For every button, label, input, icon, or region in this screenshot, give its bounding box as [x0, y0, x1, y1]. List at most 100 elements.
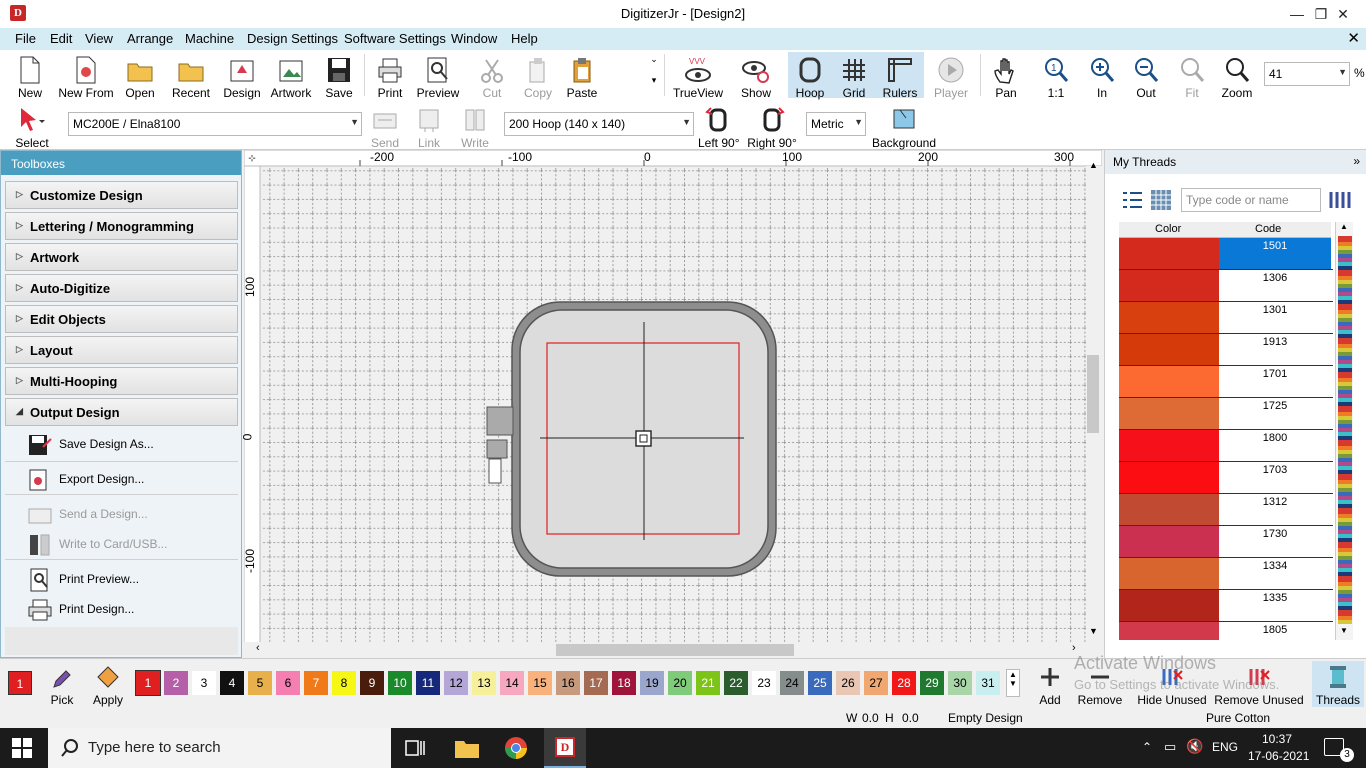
list-view-icon[interactable]: [1121, 188, 1143, 212]
toolbox-lettering[interactable]: ▷ Lettering / Monogramming: [5, 212, 238, 240]
scroll-up-icon[interactable]: ▲: [1340, 222, 1348, 231]
show-button[interactable]: Show: [734, 56, 778, 100]
link-button[interactable]: Link: [412, 106, 446, 150]
network-icon[interactable]: ▭: [1164, 739, 1176, 755]
task-view-icon[interactable]: [404, 738, 428, 758]
menu-view[interactable]: View: [85, 31, 113, 46]
grid-view-icon[interactable]: [1149, 188, 1173, 212]
scroll-down-icon[interactable]: ▼: [1340, 626, 1348, 635]
send-button[interactable]: Send: [368, 106, 402, 150]
thread-swatch-25[interactable]: 25: [808, 671, 832, 695]
thread-swatch-12[interactable]: 12: [444, 671, 468, 695]
thread-swatch-7[interactable]: 7: [304, 671, 328, 695]
document-close-icon[interactable]: ✕: [1347, 29, 1360, 47]
rotate-left-button[interactable]: Left 90°: [698, 106, 740, 150]
spin-down-icon[interactable]: ▼: [1009, 679, 1017, 688]
menu-software-settings[interactable]: Software Settings: [344, 31, 446, 46]
volume-muted-icon[interactable]: 🔇: [1186, 738, 1203, 755]
menu-file[interactable]: File: [15, 31, 36, 46]
thread-swatch-8[interactable]: 8: [332, 671, 356, 695]
file-explorer-icon[interactable]: [454, 737, 480, 759]
machine-combo[interactable]: MC200E / Elna8100 ▼: [68, 112, 362, 136]
add-thread-button[interactable]: Add: [1034, 663, 1066, 707]
current-color-swatch[interactable]: 1: [8, 671, 32, 695]
thread-row[interactable]: 1335: [1119, 590, 1333, 622]
thread-swatch-22[interactable]: 22: [724, 671, 748, 695]
thread-swatch-20[interactable]: 20: [668, 671, 692, 695]
thread-row[interactable]: 1301: [1119, 302, 1333, 334]
new-from-button[interactable]: New From: [56, 56, 116, 100]
double-chevron-right-icon[interactable]: »: [1353, 154, 1360, 168]
zoom-level-combo[interactable]: 41 ▼: [1264, 62, 1350, 86]
toolbar-overflow-icon[interactable]: ⌄ ▾: [648, 54, 660, 86]
zoom-in-button[interactable]: In: [1084, 56, 1120, 100]
thread-row[interactable]: 1306: [1119, 270, 1333, 302]
export-design-item[interactable]: Export Design...: [5, 465, 238, 495]
open-button[interactable]: Open: [122, 56, 158, 100]
apply-button[interactable]: Apply: [88, 663, 128, 707]
thread-swatch-17[interactable]: 17: [584, 671, 608, 695]
thread-swatch-13[interactable]: 13: [472, 671, 496, 695]
cut-button[interactable]: Cut: [472, 56, 512, 100]
send-design-item[interactable]: Send a Design...: [5, 500, 238, 530]
thread-row[interactable]: 1703: [1119, 462, 1333, 494]
digitizer-taskbar-button[interactable]: D: [544, 728, 586, 768]
thread-swatch-11[interactable]: 11: [416, 671, 440, 695]
toolbox-layout[interactable]: ▷ Layout: [5, 336, 238, 364]
language-indicator[interactable]: ENG: [1212, 740, 1238, 754]
thread-swatch-31[interactable]: 31: [976, 671, 1000, 695]
zoom-out-button[interactable]: Out: [1128, 56, 1164, 100]
pan-button[interactable]: Pan: [988, 56, 1024, 100]
thread-row[interactable]: 1805: [1119, 622, 1333, 640]
menu-design-settings[interactable]: Design Settings: [247, 31, 338, 46]
chrome-icon[interactable]: [504, 736, 528, 760]
select-tool-button[interactable]: Select: [8, 106, 56, 150]
design-canvas[interactable]: [244, 150, 1102, 658]
thread-chart-icon[interactable]: [1327, 188, 1353, 212]
windows-start-icon[interactable]: [12, 738, 34, 760]
menu-edit[interactable]: Edit: [50, 31, 72, 46]
thread-swatch-23[interactable]: 23: [752, 671, 776, 695]
thread-swatch-21[interactable]: 21: [696, 671, 720, 695]
thread-swatch-26[interactable]: 26: [836, 671, 860, 695]
preview-button[interactable]: Preview: [416, 56, 460, 100]
write-to-card-item[interactable]: Write to Card/USB...: [5, 530, 238, 560]
new-button[interactable]: New: [10, 56, 50, 100]
spin-up-icon[interactable]: ▲: [1009, 670, 1017, 679]
tray-chevron-up-icon[interactable]: ⌃: [1142, 740, 1152, 754]
thread-row[interactable]: 1334: [1119, 558, 1333, 590]
palette-spinner[interactable]: ▲ ▼: [1006, 669, 1020, 697]
print-button[interactable]: Print: [372, 56, 408, 100]
menu-machine[interactable]: Machine: [185, 31, 234, 46]
thread-row[interactable]: 1725: [1119, 398, 1333, 430]
close-button[interactable]: ✕: [1320, 0, 1366, 28]
thread-swatch-27[interactable]: 27: [864, 671, 888, 695]
thread-swatch-5[interactable]: 5: [248, 671, 272, 695]
toolbox-artwork[interactable]: ▷ Artwork: [5, 243, 238, 271]
toolbox-auto-digitize[interactable]: ▷ Auto-Digitize: [5, 274, 238, 302]
thread-row[interactable]: 1730: [1119, 526, 1333, 558]
scroll-down-icon[interactable]: ▼: [1089, 626, 1098, 636]
thread-search-input[interactable]: Type code or name: [1181, 188, 1321, 212]
print-preview-item[interactable]: Print Preview...: [5, 565, 238, 595]
recent-button[interactable]: Recent: [166, 56, 216, 100]
toolbox-multi-hooping[interactable]: ▷ Multi-Hooping: [5, 367, 238, 395]
thread-chart-scrollbar[interactable]: ▲ ▼: [1335, 222, 1353, 640]
thread-swatch-19[interactable]: 19: [640, 671, 664, 695]
toolbox-customize-design[interactable]: ▷ Customize Design: [5, 181, 238, 209]
thread-swatch-9[interactable]: 9: [360, 671, 384, 695]
menu-window[interactable]: Window: [451, 31, 497, 46]
thread-swatch-3[interactable]: 3: [192, 671, 216, 695]
thread-swatch-10[interactable]: 10: [388, 671, 412, 695]
thread-row[interactable]: 1701: [1119, 366, 1333, 398]
thread-row[interactable]: 1800: [1119, 430, 1333, 462]
thread-row[interactable]: 1913: [1119, 334, 1333, 366]
thread-swatch-30[interactable]: 30: [948, 671, 972, 695]
menu-arrange[interactable]: Arrange: [127, 31, 173, 46]
hoop-toggle[interactable]: Hoop: [788, 52, 832, 100]
print-design-item[interactable]: Print Design...: [5, 595, 238, 625]
thread-swatch-4[interactable]: 4: [220, 671, 244, 695]
taskbar-search-box[interactable]: Type here to search: [48, 728, 391, 768]
thread-swatch-16[interactable]: 16: [556, 671, 580, 695]
write-button[interactable]: Write: [456, 106, 494, 150]
